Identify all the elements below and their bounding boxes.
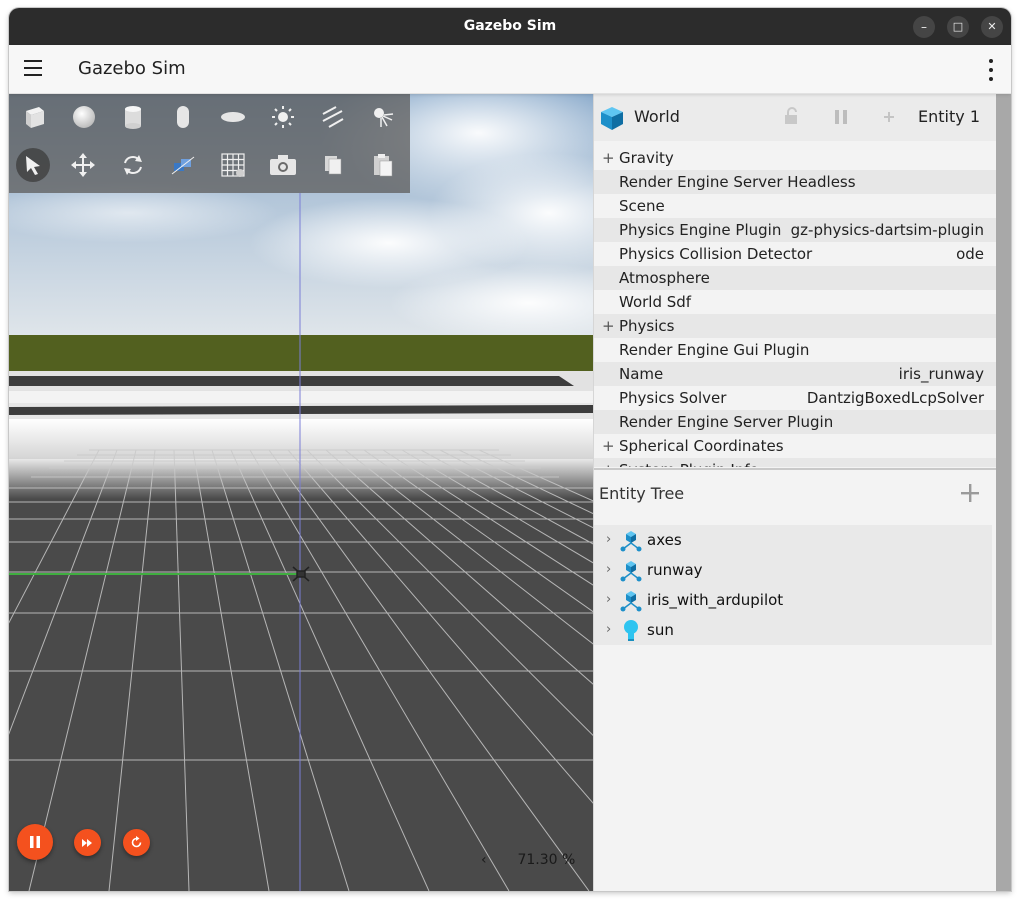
tree-item-label: iris_with_ardupilot	[647, 591, 784, 609]
app-window: Gazebo Sim – □ ✕ Gazebo Sim ‹ 71.30 % Wo…	[9, 8, 1011, 891]
directional-light-icon[interactable]	[316, 100, 350, 134]
component-row[interactable]: Scene	[594, 194, 996, 218]
tree-item-label: sun	[647, 621, 674, 639]
add-icon[interactable]	[884, 112, 894, 122]
scene-render	[9, 93, 593, 891]
tree-item-label: axes	[647, 531, 682, 549]
rotate-icon[interactable]	[116, 148, 150, 182]
component-row[interactable]: +System Plugin Info	[594, 458, 996, 467]
chevron-right-icon[interactable]: ›	[606, 615, 611, 645]
tree-item[interactable]: › axes	[594, 525, 992, 555]
titlebar[interactable]: Gazebo Sim – □ ✕	[9, 8, 1011, 45]
component-row[interactable]: Render Engine Server Plugin	[594, 410, 996, 434]
ellipsoid-icon[interactable]	[216, 100, 250, 134]
pause-icon	[30, 836, 40, 848]
scene-3d-viewport[interactable]: ‹ 71.30 %	[9, 93, 593, 891]
sphere-icon[interactable]	[67, 100, 101, 134]
component-row[interactable]: Render Engine Server Headless	[594, 170, 996, 194]
component-row[interactable]: Physics Solver DantzigBoxedLcpSolver	[594, 386, 996, 410]
model-icon	[620, 591, 642, 612]
side-panel: World Entity 1 + Gravity Render Engine Se…	[593, 93, 1011, 891]
rtf-value: 71.30 %	[517, 852, 576, 868]
app-title: Gazebo Sim	[78, 58, 186, 79]
select-arrow-icon[interactable]	[16, 148, 50, 182]
pause-icon[interactable]	[833, 109, 849, 125]
pause-button[interactable]	[17, 824, 53, 860]
reset-button[interactable]	[123, 829, 150, 856]
step-icon	[82, 838, 92, 847]
component-row[interactable]: + Physics	[594, 314, 996, 338]
component-row[interactable]: + Gravity	[594, 146, 996, 170]
expand-icon[interactable]: +	[602, 458, 615, 467]
paste-icon[interactable]	[366, 148, 400, 182]
component-inspector-header: World Entity 1	[594, 93, 996, 141]
expand-icon[interactable]: +	[602, 146, 615, 170]
world-cube-icon	[601, 107, 623, 130]
tree-item-label: runway	[647, 561, 703, 579]
cylinder-icon[interactable]	[116, 100, 150, 134]
add-icon[interactable]	[960, 483, 980, 503]
hamburger-icon[interactable]	[24, 60, 42, 76]
chevron-right-icon[interactable]: ›	[606, 555, 611, 585]
lock-icon[interactable]	[784, 107, 800, 125]
entity-tree-header: Entity Tree	[594, 470, 996, 518]
model-icon	[620, 531, 642, 552]
screenshot-camera-icon[interactable]	[266, 148, 300, 182]
component-row[interactable]: + Spherical Coordinates	[594, 434, 996, 458]
scrollbar[interactable]	[996, 93, 1011, 891]
scene-toolbar	[9, 93, 410, 193]
translate-icon[interactable]	[66, 148, 100, 182]
component-row[interactable]: Render Engine Gui Plugin	[594, 338, 996, 362]
app-bar: Gazebo Sim	[9, 45, 1011, 94]
tree-item[interactable]: › runway	[594, 555, 992, 585]
reset-icon	[131, 836, 142, 848]
tree-item[interactable]: › iris_with_ardupilot	[594, 585, 992, 615]
kebab-icon[interactable]	[988, 59, 994, 81]
rtf-expand-arrow[interactable]: ‹	[481, 852, 501, 868]
expand-icon[interactable]: +	[602, 434, 615, 458]
close-button[interactable]: ✕	[981, 16, 1003, 38]
entity-name: World	[634, 107, 680, 126]
spot-light-icon[interactable]	[366, 100, 400, 134]
entity-tree-title: Entity Tree	[599, 484, 685, 503]
real-time-factor: ‹ 71.30 %	[481, 852, 575, 868]
light-bulb-icon	[624, 620, 638, 641]
component-list: + Gravity Render Engine Server Headless S…	[594, 141, 996, 467]
component-row[interactable]: Atmosphere	[594, 266, 996, 290]
grid-config-icon[interactable]	[216, 148, 250, 182]
copy-icon[interactable]	[316, 148, 350, 182]
point-light-icon[interactable]	[266, 100, 300, 134]
entity-id-label: Entity 1	[918, 107, 980, 126]
component-row[interactable]: World Sdf	[594, 290, 996, 314]
transform-snap-icon[interactable]	[166, 148, 200, 182]
window-title: Gazebo Sim	[463, 18, 557, 34]
model-icon	[620, 561, 642, 582]
component-row[interactable]: Physics Engine Plugin gz-physics-dartsim-…	[594, 218, 996, 242]
chevron-right-icon[interactable]: ›	[606, 585, 611, 615]
expand-icon[interactable]: +	[602, 314, 615, 338]
tree-item[interactable]: › sun	[594, 615, 992, 645]
component-row[interactable]: Name iris_runway	[594, 362, 996, 386]
minimize-button[interactable]: –	[913, 16, 935, 38]
component-row[interactable]: Physics Collision Detector ode	[594, 242, 996, 266]
chevron-right-icon[interactable]: ›	[606, 525, 611, 555]
step-button[interactable]	[74, 829, 101, 856]
box-icon[interactable]	[17, 100, 51, 134]
maximize-button[interactable]: □	[947, 16, 969, 38]
capsule-icon[interactable]	[166, 100, 200, 134]
